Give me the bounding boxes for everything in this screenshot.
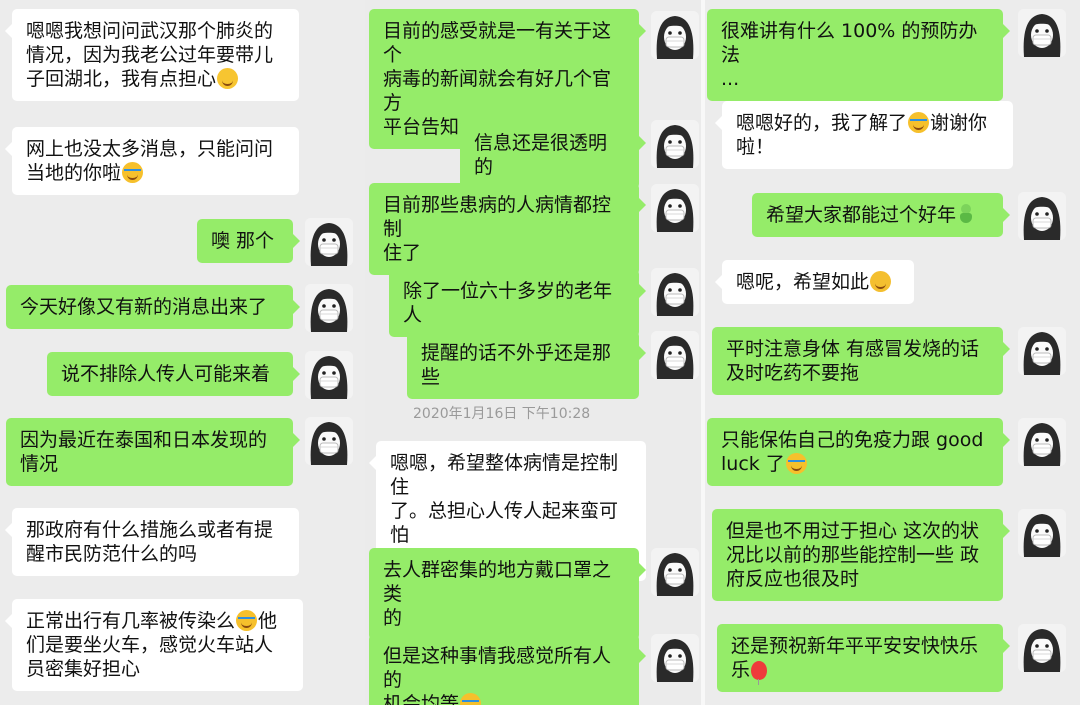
message-text: 因为最近在泰国和日本发现的 情况 xyxy=(20,429,268,475)
message-text: 目前那些患病的人病情都控制 住了 xyxy=(383,194,612,264)
sent-message[interactable]: 因为最近在泰国和日本发现的 情况 xyxy=(6,418,300,486)
masked-girl-avatar-icon[interactable] xyxy=(651,548,699,596)
message-text: 希望大家都能过个好年 xyxy=(766,204,957,226)
message-text: 网上也没太多消息，只能问问 当地的你啦 xyxy=(26,138,274,184)
message-text: 但是这种事情我感觉所有人的 机会均等 xyxy=(383,645,612,705)
received-message[interactable]: 那政府有什么措施么或者有提 醒市民防范什么的吗 xyxy=(5,508,299,576)
sent-message[interactable]: 除了一位六十多岁的老年人 xyxy=(389,269,646,337)
sent-message[interactable]: 但是这种事情我感觉所有人的 机会均等 xyxy=(369,634,646,705)
masked-girl-avatar-icon[interactable] xyxy=(1018,327,1066,375)
sent-message[interactable]: 平时注意身体 有感冒发烧的话 及时吃药不要拖 xyxy=(712,327,1010,395)
message-text: 噢 那个 xyxy=(211,230,275,252)
hugging-face-emoji-icon xyxy=(870,271,892,292)
masked-girl-avatar-icon[interactable] xyxy=(651,11,699,59)
masked-girl-avatar-icon[interactable] xyxy=(651,268,699,316)
sent-message[interactable]: 说不排除人传人可能来着 xyxy=(47,352,300,396)
message-text: 但是也不用过于担心 这次的状 况比以前的那些能控制一些 政 府反应也很及时 xyxy=(726,520,980,590)
message-text: 嗯呢，希望如此 xyxy=(736,271,870,293)
laughing-tears-emoji-icon xyxy=(785,453,807,474)
received-message[interactable]: 嗯嗯好的，我了解了 谢谢你 啦！ xyxy=(715,101,1013,169)
message-text: 今天好像又有新的消息出来了 xyxy=(20,296,268,318)
laughing-tears-emoji-icon xyxy=(908,112,930,133)
message-text: 还是预祝新年平平安安快快乐 乐 xyxy=(731,635,979,681)
sent-message[interactable]: 很难讲有什么 100% 的预防办法 ... xyxy=(707,9,1010,101)
message-text: 嗯嗯好的，我了解了 xyxy=(736,112,908,134)
sent-message[interactable]: 目前那些患病的人病情都控制 住了 xyxy=(369,183,646,275)
message-text: 正常出行有几率被传染么 xyxy=(26,610,236,632)
message-text: 很难讲有什么 100% 的预防办法 ... xyxy=(721,20,978,90)
sent-message[interactable]: 信息还是很透明的 xyxy=(460,121,646,189)
message-text: 那政府有什么措施么或者有提 醒市民防范什么的吗 xyxy=(26,519,274,565)
message-text: 平时注意身体 有感冒发烧的话 及时吃药不要拖 xyxy=(726,338,980,384)
chat-panel-middle[interactable]: 目前的感受就是一有关于这个 病毒的新闻就会有好几个官方 平台告知 信息还是很透明… xyxy=(365,0,705,705)
received-message[interactable]: 网上也没太多消息，只能问问 当地的你啦 xyxy=(5,127,299,195)
masked-girl-avatar-icon[interactable] xyxy=(651,634,699,682)
masked-girl-avatar-icon[interactable] xyxy=(1018,624,1066,672)
masked-girl-avatar-icon[interactable] xyxy=(1018,9,1066,57)
sprout-emoji-icon xyxy=(957,204,975,225)
masked-girl-avatar-icon[interactable] xyxy=(651,120,699,168)
message-text: 信息还是很透明的 xyxy=(474,132,608,178)
laughing-tears-emoji-icon xyxy=(236,610,258,631)
masked-girl-avatar-icon[interactable] xyxy=(651,331,699,379)
sent-message[interactable]: 今天好像又有新的消息出来了 xyxy=(6,285,300,329)
laughing-tears-emoji-icon xyxy=(122,162,144,183)
sent-message[interactable]: 只能保佑自己的免疫力跟 good luck 了 xyxy=(707,418,1010,486)
message-text: 除了一位六十多岁的老年人 xyxy=(403,280,613,326)
sent-message[interactable]: 希望大家都能过个好年 xyxy=(752,193,1010,237)
chat-collage: 嗯嗯我想问问武汉那个肺炎的 情况，因为我老公过年要带儿 子回湖北，我有点担心 网… xyxy=(0,0,1080,705)
chat-panel-left[interactable]: 嗯嗯我想问问武汉那个肺炎的 情况，因为我老公过年要带儿 子回湖北，我有点担心 网… xyxy=(0,0,365,705)
masked-girl-avatar-icon[interactable] xyxy=(1018,192,1066,240)
chat-panel-right[interactable]: 很难讲有什么 100% 的预防办法 ... 嗯嗯好的，我了解了 谢谢你 啦！ 希望… xyxy=(705,0,1080,705)
timestamp: 2020年1月16日 下午10:28 xyxy=(413,406,591,422)
received-message[interactable]: 嗯呢，希望如此 xyxy=(715,260,914,304)
masked-girl-avatar-icon[interactable] xyxy=(305,218,353,266)
received-message[interactable]: 嗯嗯我想问问武汉那个肺炎的 情况，因为我老公过年要带儿 子回湖北，我有点担心 xyxy=(5,9,299,101)
received-message[interactable]: 正常出行有几率被传染么他 们是要坐火车，感觉火车站人 员密集好担心 xyxy=(5,599,303,691)
masked-girl-avatar-icon[interactable] xyxy=(1018,509,1066,557)
message-text: 说不排除人传人可能来着 xyxy=(61,363,271,385)
masked-girl-avatar-icon[interactable] xyxy=(1018,418,1066,466)
red-balloon-emoji-icon xyxy=(751,661,768,685)
masked-girl-avatar-icon[interactable] xyxy=(305,351,353,399)
sent-message[interactable]: 但是也不用过于担心 这次的状 况比以前的那些能控制一些 政 府反应也很及时 xyxy=(712,509,1010,601)
message-text: 提醒的话不外乎还是那些 xyxy=(421,342,612,388)
sent-message[interactable]: 提醒的话不外乎还是那些 xyxy=(407,331,646,399)
message-text: 只能保佑自己的免疫力跟 good luck 了 xyxy=(721,429,984,475)
masked-girl-avatar-icon[interactable] xyxy=(305,284,353,332)
masked-girl-avatar-icon[interactable] xyxy=(305,417,353,465)
sent-message[interactable]: 噢 那个 xyxy=(197,219,300,263)
masked-girl-avatar-icon[interactable] xyxy=(651,184,699,232)
sent-message[interactable]: 去人群密集的地方戴口罩之类 的 xyxy=(369,548,646,640)
laughing-tears-emoji-icon xyxy=(460,693,482,705)
message-text: 去人群密集的地方戴口罩之类 的 xyxy=(383,559,612,629)
flushed-face-emoji-icon xyxy=(217,68,239,89)
sent-message[interactable]: 还是预祝新年平平安安快快乐 乐 xyxy=(717,624,1010,692)
